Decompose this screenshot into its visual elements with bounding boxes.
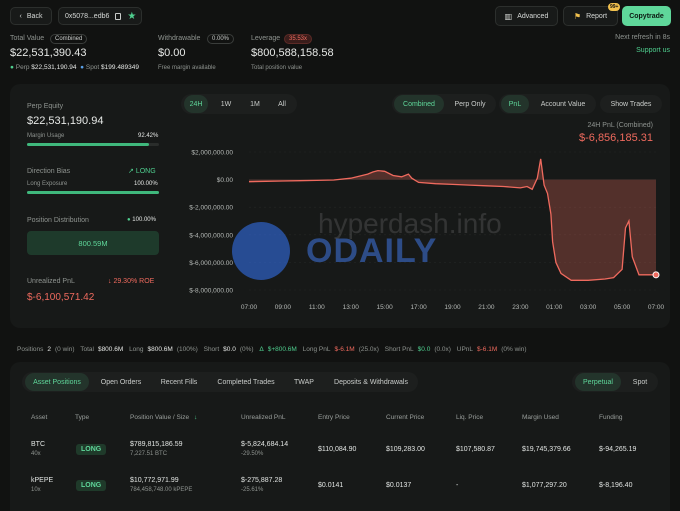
position-size: 7,227.51 BTC [130,451,168,457]
tab-spot[interactable]: Spot [624,373,656,391]
position-value: $789,815,186.59 [130,441,183,448]
x-tick-label: 03:00 [580,304,597,311]
x-tick-label: 15:00 [377,304,394,311]
asset-leverage: 10x [31,487,41,493]
position-value: $10,772,971.99 [130,477,179,484]
pnl-chart[interactable]: $2,000,000.00 $0.00 $-2,000,000.00 $-4,000,… [0,0,680,330]
unrealized-pnl: $-275,887.28 [241,477,283,484]
short-pct: (0%) [239,346,254,353]
col-current-price[interactable]: Current Price [386,414,424,421]
liq-price: - [456,482,459,489]
pnl-end-point [652,271,660,279]
tab-asset-positions[interactable]: Asset Positions [25,373,89,391]
x-tick-label: 21:00 [478,304,495,311]
y-tick-label: $-8,000,000.00 [189,288,233,295]
entry-price: $110,084.90 [318,446,357,453]
liq-price: $107,580.87 [456,446,495,453]
y-tick-label: $-2,000,000.00 [189,205,233,212]
tab-perpetual[interactable]: Perpetual [575,373,621,391]
type-badge: LONG [76,480,107,491]
unrealized-pnl-pct: -29.50% [241,451,264,457]
x-tick-label: 01:00 [546,304,563,311]
short-pnl-label: Short PnL [384,346,414,353]
x-tick-label: 13:00 [343,304,360,311]
short-pnl-x: (0.0x) [434,346,451,353]
unrealized-pnl: $-5,824,684.14 [241,441,289,448]
watermark-brand: ODAILY [306,232,438,270]
asset-leverage: 40x [31,451,41,457]
margin-used: $19,745,379.66 [522,446,571,453]
sort-arrow-icon[interactable]: ↓ [194,414,197,421]
x-tick-label: 07:00 [241,304,258,311]
tab-completed-trades[interactable]: Completed Trades [211,373,281,391]
current-price: $109,283.00 [386,446,425,453]
long-pnl-value: $-6.1M [334,346,355,353]
tab-recent-fills[interactable]: Recent Fills [154,373,204,391]
x-tick-label: 19:00 [444,304,461,311]
col-entry-price[interactable]: Entry Price [318,414,350,421]
unrealized-pnl-pct: -25.61% [241,487,264,493]
current-price: $0.0137 [386,482,412,489]
long-label: Long [129,346,144,353]
upnl-summary-value: $-6.1M [477,346,498,353]
long-pnl-label: Long PnL [302,346,331,353]
entry-price: $0.0141 [318,482,344,489]
col-type[interactable]: Type [75,414,89,421]
short-pnl-value: $0.0 [417,346,431,353]
funding: $-94,265.19 [599,446,637,453]
x-tick-label: 17:00 [410,304,427,311]
upnl-summary-label: UPnL [456,346,474,353]
x-tick-label: 11:00 [309,304,325,311]
delta-value: $+800.6M [267,346,297,353]
positions-label: Positions [17,346,44,353]
delta-label: Δ [259,346,264,353]
y-tick-label: $2,000,000.00 [191,150,233,157]
total-label: Total [80,346,94,353]
x-tick-label: 05:00 [614,304,631,311]
positions-win: (0 win) [55,346,75,353]
long-pnl-x: (25.0x) [358,346,379,353]
col-asset[interactable]: Asset [31,414,47,421]
y-tick-label: $0.00 [217,177,234,184]
short-label: Short [203,346,220,353]
positions-summary: Positions 2 (0 win) Total $800.6M Long $800.… [17,346,531,353]
x-tick-label: 07:00 [648,304,665,311]
positions-count: 2 [47,346,51,353]
y-tick-label: $-6,000,000.00 [189,260,233,267]
total-value-summary: $800.6M [97,346,124,353]
watermark-logo-icon [232,222,290,280]
col-unrealized-pnl[interactable]: Unrealized PnL [241,414,285,421]
col-margin-used[interactable]: Margin Used [522,414,559,421]
funding: $-8,196.40 [599,482,633,489]
tab-twap[interactable]: TWAP [288,373,320,391]
upnl-win: (0% win) [501,346,527,353]
short-value: $0.0 [223,346,236,353]
tab-deposits-withdrawals[interactable]: Deposits & Withdrawals [327,373,415,391]
col-funding[interactable]: Funding [599,414,623,421]
x-tick-label: 23:00 [512,304,529,311]
asset-name: kPEPE [31,477,54,484]
asset-name: BTC [31,441,45,448]
long-value: $800.6M [147,346,173,353]
margin-used: $1,077,297.20 [522,482,567,489]
col-liq-price[interactable]: Liq. Price [456,414,483,421]
position-size: 784,458,748.00 kPEPE [130,487,193,493]
tab-open-orders[interactable]: Open Orders [94,373,148,391]
x-tick-label: 09:00 [275,304,292,311]
y-tick-label: $-4,000,000.00 [189,232,233,239]
type-badge: LONG [76,444,107,455]
col-position-value[interactable]: Position Value / Size ↓ [130,414,197,421]
col-position-value-label: Position Value / Size [130,414,190,421]
long-pct: (100%) [176,346,198,353]
